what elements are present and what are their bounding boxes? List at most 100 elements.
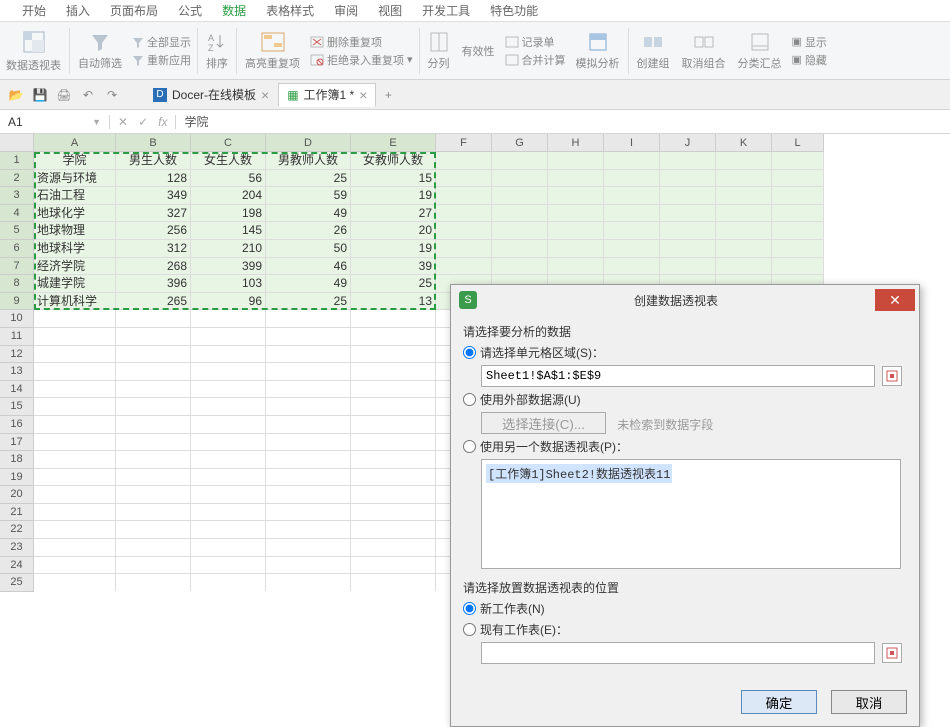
cell[interactable]: 男教师人数: [266, 152, 351, 170]
cell[interactable]: [716, 187, 772, 205]
subtotal-button[interactable]: 分类汇总: [732, 31, 788, 71]
name-box[interactable]: A1▼: [0, 115, 110, 129]
cell[interactable]: 49: [266, 275, 351, 293]
row-header[interactable]: 9: [0, 293, 34, 311]
row-header[interactable]: 23: [0, 539, 34, 557]
cell[interactable]: [191, 346, 266, 364]
row-header[interactable]: 2: [0, 170, 34, 188]
row-header[interactable]: 19: [0, 469, 34, 487]
cell[interactable]: [351, 539, 436, 557]
close-icon[interactable]: ×: [359, 87, 367, 103]
cell[interactable]: [492, 205, 548, 223]
row-header[interactable]: 21: [0, 504, 34, 522]
print-icon[interactable]: 🖨: [52, 83, 76, 107]
cell[interactable]: [351, 310, 436, 328]
row-header[interactable]: 20: [0, 486, 34, 504]
cell[interactable]: [772, 187, 824, 205]
cell[interactable]: [34, 557, 116, 575]
cell[interactable]: 265: [116, 293, 191, 311]
menu-data[interactable]: 数据: [212, 2, 256, 19]
cell[interactable]: 96: [191, 293, 266, 311]
cell[interactable]: [116, 416, 191, 434]
cell[interactable]: [660, 205, 716, 223]
cell[interactable]: [191, 363, 266, 381]
cell[interactable]: [116, 381, 191, 399]
ungroup-button[interactable]: 取消组合: [676, 31, 732, 71]
cell[interactable]: [266, 328, 351, 346]
cell[interactable]: [604, 170, 660, 188]
save-icon[interactable]: 💾: [28, 83, 52, 107]
whatif-button[interactable]: 模拟分析: [570, 31, 626, 71]
cell[interactable]: [116, 363, 191, 381]
cell[interactable]: [716, 240, 772, 258]
highlightdup-button[interactable]: 高亮重复项: [239, 31, 306, 71]
cell[interactable]: [34, 328, 116, 346]
cell[interactable]: [116, 557, 191, 575]
cell[interactable]: [548, 222, 604, 240]
cell[interactable]: [436, 205, 492, 223]
cell[interactable]: [191, 328, 266, 346]
cell[interactable]: [351, 434, 436, 452]
cell[interactable]: [604, 222, 660, 240]
col-header[interactable]: D: [266, 134, 351, 152]
cell[interactable]: [772, 205, 824, 223]
cell[interactable]: 女教师人数: [351, 152, 436, 170]
cell[interactable]: 25: [266, 170, 351, 188]
option-external-source[interactable]: 使用外部数据源(U): [463, 391, 907, 408]
mergecalc-button[interactable]: 合并计算: [505, 52, 566, 68]
cell[interactable]: [351, 398, 436, 416]
cell[interactable]: [772, 152, 824, 170]
list-item[interactable]: [工作簿1]Sheet2!数据透视表11: [486, 464, 672, 483]
cell[interactable]: [266, 539, 351, 557]
cell[interactable]: [351, 504, 436, 522]
cell[interactable]: [716, 170, 772, 188]
menu-review[interactable]: 审阅: [324, 2, 368, 19]
cell[interactable]: [191, 451, 266, 469]
menu-special[interactable]: 特色功能: [480, 2, 548, 19]
accept-formula-icon[interactable]: ✓: [138, 115, 148, 129]
row-header[interactable]: 6: [0, 240, 34, 258]
row-header[interactable]: 1: [0, 152, 34, 170]
row-header[interactable]: 5: [0, 222, 34, 240]
cell[interactable]: [266, 434, 351, 452]
tab-workbook[interactable]: ▦ 工作簿1 * ×: [278, 83, 376, 107]
option-cell-range[interactable]: 请选择单元格区域(S)：: [463, 344, 907, 361]
cell[interactable]: [191, 539, 266, 557]
cell[interactable]: [660, 152, 716, 170]
cell[interactable]: [191, 557, 266, 575]
cancel-button[interactable]: 取消: [831, 690, 907, 714]
cell[interactable]: 256: [116, 222, 191, 240]
cell[interactable]: [351, 328, 436, 346]
tab-docer[interactable]: D Docer-在线模板 ×: [144, 83, 278, 107]
cell[interactable]: [772, 258, 824, 276]
select-all-corner[interactable]: [0, 134, 34, 152]
cell[interactable]: [351, 469, 436, 487]
row-header[interactable]: 24: [0, 557, 34, 575]
showall-button[interactable]: 全部显示: [132, 34, 191, 50]
col-header[interactable]: C: [191, 134, 266, 152]
row-header[interactable]: 8: [0, 275, 34, 293]
col-header[interactable]: E: [351, 134, 436, 152]
cell[interactable]: [548, 240, 604, 258]
row-header[interactable]: 13: [0, 363, 34, 381]
range-input[interactable]: [481, 365, 875, 387]
cell[interactable]: [351, 381, 436, 399]
cell[interactable]: [772, 170, 824, 188]
row-header[interactable]: 10: [0, 310, 34, 328]
cell[interactable]: [191, 416, 266, 434]
cell[interactable]: [191, 574, 266, 591]
cell[interactable]: 399: [191, 258, 266, 276]
cell[interactable]: [191, 521, 266, 539]
cell[interactable]: [548, 205, 604, 223]
row-header[interactable]: 14: [0, 381, 34, 399]
option-another-pivot[interactable]: 使用另一个数据透视表(P)：: [463, 438, 907, 455]
validation-button[interactable]: 有效性: [456, 43, 501, 59]
cell[interactable]: 39: [351, 258, 436, 276]
cell[interactable]: [116, 469, 191, 487]
cell[interactable]: [492, 152, 548, 170]
col-header[interactable]: H: [548, 134, 604, 152]
cell[interactable]: [266, 416, 351, 434]
cell[interactable]: 男生人数: [116, 152, 191, 170]
row-header[interactable]: 7: [0, 258, 34, 276]
cell[interactable]: [34, 381, 116, 399]
